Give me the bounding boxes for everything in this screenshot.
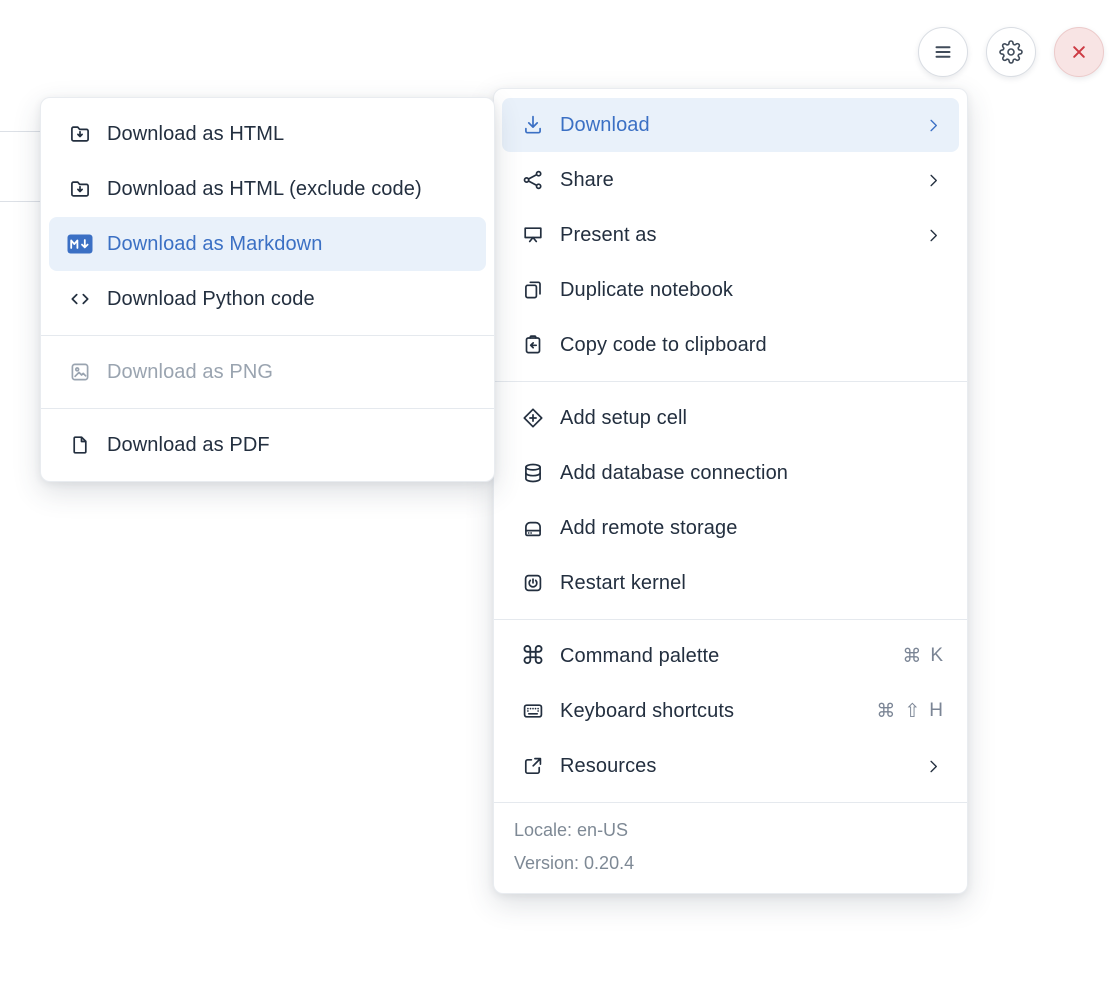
menu-item-download-as-html[interactable]: Download as HTML <box>49 107 486 161</box>
shortcut-key: ⌘ <box>902 645 921 668</box>
menu-footer: Locale: en-US Version: 0.20.4 <box>494 802 967 893</box>
menu-item-download-as-png[interactable]: Download as PNG <box>49 345 486 399</box>
shortcut-hint: ⌘K <box>902 645 943 668</box>
menu-item-present-as[interactable]: Present as <box>502 208 959 262</box>
markdown-icon <box>67 234 93 254</box>
locale-text: Locale: en-US <box>514 814 947 847</box>
menu-item-label: Download as PDF <box>107 434 270 457</box>
version-text: Version: 0.20.4 <box>514 847 947 880</box>
copy-clipboard-icon <box>520 333 546 357</box>
menu-item-label: Resources <box>560 755 657 778</box>
menu-item-download[interactable]: Download <box>502 98 959 152</box>
shortcut-key: ⇧ <box>904 700 920 723</box>
keyboard-icon <box>520 699 546 723</box>
menu-section: Download as PDF <box>41 408 494 481</box>
gear-icon <box>999 40 1023 64</box>
settings-button[interactable] <box>986 27 1036 77</box>
image-icon <box>67 360 93 384</box>
hamburger-icon <box>931 40 955 64</box>
menu-item-label: Download as Markdown <box>107 233 322 256</box>
menu-item-duplicate-notebook[interactable]: Duplicate notebook <box>502 263 959 317</box>
page-divider-line <box>0 131 40 132</box>
folder-download-icon <box>67 177 93 201</box>
menu-item-share[interactable]: Share <box>502 153 959 207</box>
page-divider-line <box>0 201 40 202</box>
menu-item-download-as-markdown[interactable]: Download as Markdown <box>49 217 486 271</box>
menu-section: ⌘Command palette⌘KKeyboard shortcuts⌘⇧HR… <box>494 619 967 802</box>
menu-item-resources[interactable]: Resources <box>502 739 959 793</box>
floating-toolbar <box>918 27 1104 77</box>
menu-item-label: Keyboard shortcuts <box>560 700 734 723</box>
chevron-right-icon <box>924 226 943 245</box>
menu-item-download-as-html-exclude-code[interactable]: Download as HTML (exclude code) <box>49 162 486 216</box>
database-icon <box>520 461 546 485</box>
menu-item-restart-kernel[interactable]: Restart kernel <box>502 556 959 610</box>
command-icon: ⌘ <box>520 644 546 669</box>
menu-item-label: Command palette <box>560 645 719 668</box>
menu-section: Add setup cell Add database connection Add… <box>494 381 967 619</box>
menu-section: Download as HTML Download as HTML (exclud… <box>41 98 494 335</box>
shortcut-key: K <box>930 645 943 667</box>
share-icon <box>520 168 546 192</box>
menu-item-add-database-connection[interactable]: Add database connection <box>502 446 959 500</box>
shortcut-hint: ⌘ ⇧ H <box>876 700 943 723</box>
chevron-right-icon <box>924 171 943 190</box>
menu-item-label: Present as <box>560 224 657 247</box>
present-icon <box>520 223 546 247</box>
restart-kernel-icon <box>520 571 546 595</box>
menu-item-label: Download as HTML <box>107 123 284 146</box>
menu-item-download-as-pdf[interactable]: Download as PDF <box>49 418 486 472</box>
code-icon <box>67 287 93 311</box>
menu-item-label: Share <box>560 169 614 192</box>
hamburger-menu-button[interactable] <box>918 27 968 77</box>
menu-item-download-python-code[interactable]: Download Python code <box>49 272 486 326</box>
download-submenu: Download as HTML Download as HTML (exclud… <box>40 97 495 482</box>
menu-item-label: Download as PNG <box>107 361 273 384</box>
menu-item-label: Add remote storage <box>560 517 737 540</box>
menu-item-label: Download <box>560 114 650 137</box>
shortcut-key: H <box>929 700 943 722</box>
menu-section: Download Share Present as Duplicate noteboo… <box>494 89 967 381</box>
menu-item-label: Add setup cell <box>560 407 687 430</box>
notebook-page: Download Share Present as Duplicate noteboo… <box>0 0 1118 984</box>
folder-download-icon <box>67 122 93 146</box>
chevron-right-icon <box>924 116 943 135</box>
menu-item-add-setup-cell[interactable]: Add setup cell <box>502 391 959 445</box>
menu-item-label: Add database connection <box>560 462 788 485</box>
menu-item-keyboard-shortcuts[interactable]: Keyboard shortcuts ⌘ ⇧ H <box>502 684 959 738</box>
shortcut-key: ⌘ <box>876 700 895 723</box>
menu-item-label: Duplicate notebook <box>560 279 733 302</box>
chevron-right-icon <box>924 757 943 776</box>
file-icon <box>67 433 93 457</box>
duplicate-icon <box>520 278 546 302</box>
setup-cell-icon <box>520 406 546 430</box>
download-icon <box>520 113 546 137</box>
menu-item-label: Download Python code <box>107 288 315 311</box>
close-button[interactable] <box>1054 27 1104 77</box>
remote-storage-icon <box>520 516 546 540</box>
menu-item-label: Copy code to clipboard <box>560 334 767 357</box>
menu-section: Download as PNG <box>41 335 494 408</box>
menu-item-label: Restart kernel <box>560 572 686 595</box>
menu-item-copy-code-to-clipboard[interactable]: Copy code to clipboard <box>502 318 959 372</box>
menu-item-add-remote-storage[interactable]: Add remote storage <box>502 501 959 555</box>
close-icon <box>1067 40 1091 64</box>
notebook-menu: Download Share Present as Duplicate noteboo… <box>493 88 968 894</box>
menu-item-label: Download as HTML (exclude code) <box>107 178 422 201</box>
menu-item-command-palette[interactable]: ⌘Command palette⌘K <box>502 629 959 683</box>
external-link-icon <box>520 754 546 778</box>
